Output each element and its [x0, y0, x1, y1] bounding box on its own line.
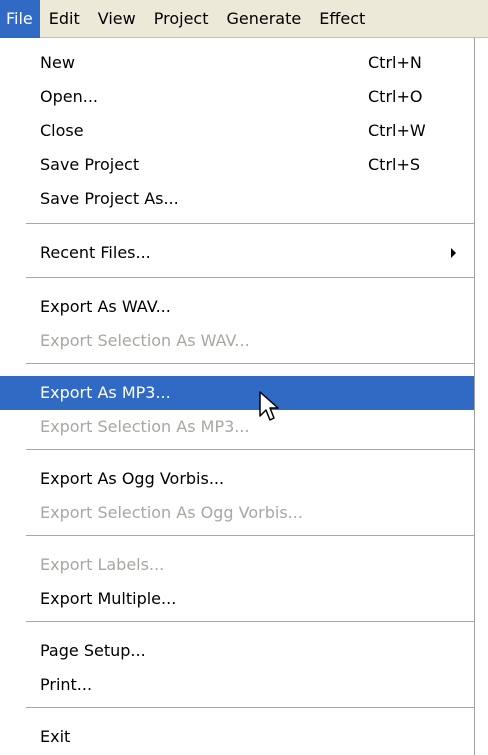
menu-item-label: Export Labels...: [40, 555, 165, 574]
menu-item-label: Open...: [40, 87, 98, 106]
menu-item-label: Export Selection As MP3...: [40, 417, 250, 436]
menu-item-shortcut: Ctrl+S: [368, 155, 421, 174]
menu-separator: [26, 363, 474, 365]
menu-effect[interactable]: Effect: [310, 0, 374, 38]
menu-item-recent-files[interactable]: Recent Files...: [0, 236, 474, 270]
menu-item-export-selection-ogg: Export Selection As Ogg Vorbis...: [0, 496, 474, 530]
menu-item-label: Recent Files...: [40, 243, 151, 262]
menu-item-shortcut: Ctrl+N: [368, 53, 422, 72]
menu-item-label: Close: [40, 121, 84, 140]
menu-item-label: Export Selection As Ogg Vorbis...: [40, 503, 303, 522]
menu-separator: [26, 707, 474, 709]
submenu-arrow-icon: [451, 248, 456, 258]
menu-item-open[interactable]: Open... Ctrl+O: [0, 80, 474, 114]
menu-item-export-labels: Export Labels...: [0, 548, 474, 582]
menu-item-label: Save Project As...: [40, 189, 179, 208]
menu-item-export-multiple[interactable]: Export Multiple...: [0, 582, 474, 616]
menu-item-label: Exit: [40, 727, 71, 746]
menu-item-print[interactable]: Print...: [0, 668, 474, 702]
menu-item-export-wav[interactable]: Export As WAV...: [0, 290, 474, 324]
menu-separator: [26, 449, 474, 451]
menu-item-export-selection-mp3: Export Selection As MP3...: [0, 410, 474, 444]
menu-item-label: Export Selection As WAV...: [40, 331, 250, 350]
menu-separator: [26, 223, 474, 225]
menu-item-page-setup[interactable]: Page Setup...: [0, 634, 474, 668]
menu-item-close[interactable]: Close Ctrl+W: [0, 114, 474, 148]
menu-item-save-project[interactable]: Save Project Ctrl+S: [0, 148, 474, 182]
menu-item-label: Save Project: [40, 155, 140, 174]
file-dropdown-menu: New Ctrl+N Open... Ctrl+O Close Ctrl+W S…: [0, 38, 475, 755]
menu-item-new[interactable]: New Ctrl+N: [0, 46, 474, 80]
menu-item-shortcut: Ctrl+O: [368, 87, 423, 106]
menu-item-label: Export Multiple...: [40, 589, 177, 608]
menu-item-label: Page Setup...: [40, 641, 146, 660]
menu-item-label: Print...: [40, 675, 93, 694]
menu-generate[interactable]: Generate: [217, 0, 310, 38]
menu-file[interactable]: File: [0, 0, 40, 38]
menu-edit[interactable]: Edit: [40, 0, 89, 38]
menu-item-export-mp3[interactable]: Export As MP3...: [0, 376, 474, 410]
application-window: File Edit View Project Generate Effect N…: [0, 0, 488, 755]
menu-view[interactable]: View: [89, 0, 145, 38]
menu-project[interactable]: Project: [145, 0, 218, 38]
menu-bar: File Edit View Project Generate Effect: [0, 0, 488, 38]
menu-separator: [26, 535, 474, 537]
menu-item-exit[interactable]: Exit: [0, 720, 474, 754]
menu-item-export-selection-wav: Export Selection As WAV...: [0, 324, 474, 358]
menu-item-label: New: [40, 53, 75, 72]
mouse-pointer-icon: [259, 391, 279, 421]
menu-item-label: Export As WAV...: [40, 297, 171, 316]
menu-item-save-project-as[interactable]: Save Project As...: [0, 182, 474, 216]
menu-separator: [26, 277, 474, 279]
menu-item-label: Export As Ogg Vorbis...: [40, 469, 225, 488]
menu-item-export-ogg[interactable]: Export As Ogg Vorbis...: [0, 462, 474, 496]
menu-separator: [26, 621, 474, 623]
menu-item-shortcut: Ctrl+W: [368, 121, 426, 140]
menu-item-label: Export As MP3...: [40, 383, 171, 402]
